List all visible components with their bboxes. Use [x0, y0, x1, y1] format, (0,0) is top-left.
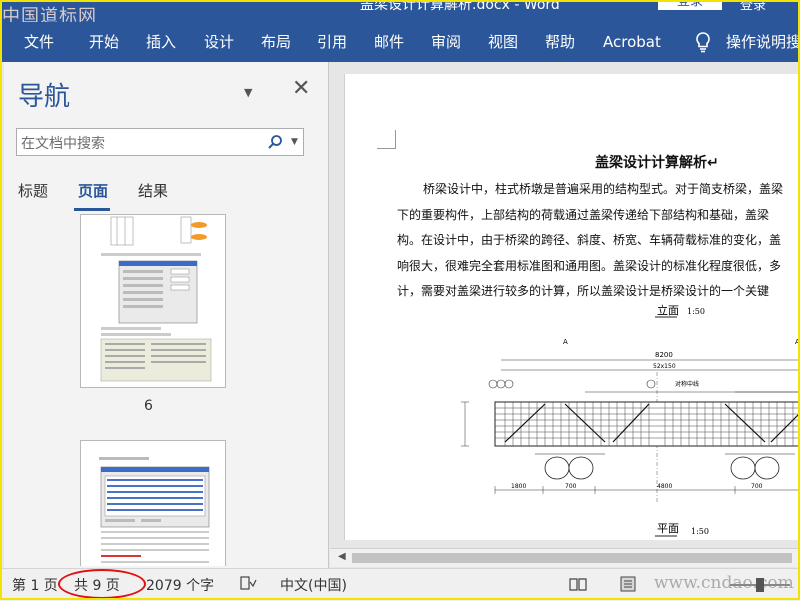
- search-dropdown-chevron-icon[interactable]: ▼: [291, 137, 298, 147]
- status-bar: 第 1 页 共 9 页 2079 个字 中文(中国) www.cndao.com: [0, 568, 800, 601]
- page-thumbnail-7[interactable]: [80, 440, 226, 566]
- tell-me-search[interactable]: 操作说明搜: [726, 22, 800, 62]
- read-mode-icon[interactable]: [568, 574, 588, 594]
- tab-acrobat[interactable]: Acrobat: [603, 22, 661, 62]
- plan-label: 平面: [657, 522, 679, 535]
- lightbulb-icon[interactable]: [693, 31, 713, 53]
- section-marker: A: [563, 338, 568, 346]
- page-indicator[interactable]: 第 1 页: [12, 575, 58, 595]
- window-title: 盖梁设计计算解析.docx - Word: [360, 0, 560, 13]
- tab-help[interactable]: 帮助: [545, 22, 575, 62]
- centerline-label: 对称中线: [675, 380, 699, 388]
- nav-tab-pages[interactable]: 页面: [78, 180, 108, 201]
- dimension-label: 1800: [511, 483, 526, 490]
- paragraph-line: 桥梁设计中，柱式桥墩是普遍采用的结构型式。对于简支桥梁，盖梁: [423, 182, 784, 196]
- tab-layout[interactable]: 布局: [261, 22, 291, 62]
- sign-in-link[interactable]: 登录: [740, 0, 766, 13]
- paragraph-line: 构。在设计中，由于桥梁的跨径、斜度、桥宽、车辆荷载标准的变化，盖: [397, 233, 782, 247]
- tab-insert[interactable]: 插入: [146, 22, 176, 62]
- nav-heading: 导航: [18, 82, 71, 112]
- elevation-scale: 1:50: [687, 307, 705, 316]
- proofing-icon[interactable]: [238, 574, 258, 594]
- nav-options-chevron-icon[interactable]: ▼: [244, 86, 252, 99]
- language-indicator[interactable]: 中文(中国): [280, 575, 347, 595]
- ribbon-tabs: 文件 开始 插入 设计 布局 引用 邮件 审阅 视图 帮助 Acrobat 操作…: [0, 22, 800, 62]
- highlight-circle: [58, 569, 146, 599]
- close-icon[interactable]: ✕: [292, 76, 310, 101]
- active-tab-indicator: [74, 208, 110, 211]
- thumbnail-content: [100, 216, 212, 382]
- plan-scale: 1:50: [691, 527, 709, 536]
- paragraph-line: 下的重要构件，上部结构的荷载通过盖梁传递给下部结构和基础，盖梁: [397, 208, 770, 222]
- nav-tab-results[interactable]: 结果: [138, 180, 168, 201]
- dimension-label: 700: [565, 483, 577, 490]
- paragraph-line: 计，需要对盖梁进行较多的计算，所以盖梁设计是桥梁设计的一个关键: [397, 284, 770, 298]
- elevation-label: 立面: [657, 303, 679, 317]
- horizontal-scrollbar[interactable]: ◀: [330, 548, 800, 567]
- site-watermark: www.cndao.com: [654, 573, 794, 593]
- dimension-label: 52x150: [653, 363, 676, 370]
- nav-tab-headings[interactable]: 标题: [18, 180, 48, 201]
- tab-home[interactable]: 开始: [89, 22, 119, 62]
- tab-mailings[interactable]: 邮件: [374, 22, 404, 62]
- thumbnail-content: [99, 457, 210, 563]
- section-marker: A: [795, 338, 800, 346]
- tab-file[interactable]: 文件: [24, 22, 54, 62]
- title-bar: 中国道标网 盖梁设计计算解析.docx - Word 登录 登录: [0, 0, 800, 27]
- sign-in-button[interactable]: 登录: [658, 0, 722, 10]
- document-area: 盖梁设计计算解析↵ 桥梁设计中，柱式桥墩是普遍采用的结构型式。对于简支桥梁，盖梁…: [330, 62, 800, 568]
- dimension-label: 4800: [657, 483, 672, 490]
- document-page[interactable]: 盖梁设计计算解析↵ 桥梁设计中，柱式桥墩是普遍采用的结构型式。对于简支桥梁，盖梁…: [344, 74, 800, 540]
- dimension-label: 8200: [655, 351, 673, 359]
- thumbnail-page-number: 6: [144, 398, 153, 414]
- page-thumbnail-6[interactable]: [80, 214, 226, 388]
- document-title: 盖梁设计计算解析↵: [595, 155, 719, 171]
- tab-design[interactable]: 设计: [204, 22, 234, 62]
- scrollbar-thumb[interactable]: [352, 553, 792, 563]
- navigation-pane: 导航 ▼ ✕ 在文档中搜索 ▼ 标题 页面 结果 6: [4, 62, 329, 568]
- dimension-label: 700: [751, 483, 763, 490]
- zoom-slider-handle[interactable]: [756, 578, 764, 592]
- paragraph-line: 响很大，很难完全套用标准图和通用图。盖梁设计的标准化程度很低，多: [397, 259, 782, 273]
- page-thumbnails: 6: [4, 214, 328, 566]
- tab-references[interactable]: 引用: [317, 22, 347, 62]
- search-icon[interactable]: [267, 134, 283, 150]
- margin-corner-mark: [377, 130, 396, 149]
- bridge-cap-beam-drawing: 立面 1:50 A A 8200 52x150 对称中线 1800 700 48…: [461, 303, 800, 537]
- tab-review[interactable]: 审阅: [431, 22, 461, 62]
- scroll-left-icon[interactable]: ◀: [338, 551, 346, 562]
- word-count[interactable]: 2079 个字: [146, 575, 214, 595]
- print-layout-icon[interactable]: [618, 574, 638, 594]
- search-placeholder: 在文档中搜索: [21, 136, 105, 152]
- tab-view[interactable]: 视图: [488, 22, 518, 62]
- nav-search-input[interactable]: 在文档中搜索 ▼: [16, 128, 304, 156]
